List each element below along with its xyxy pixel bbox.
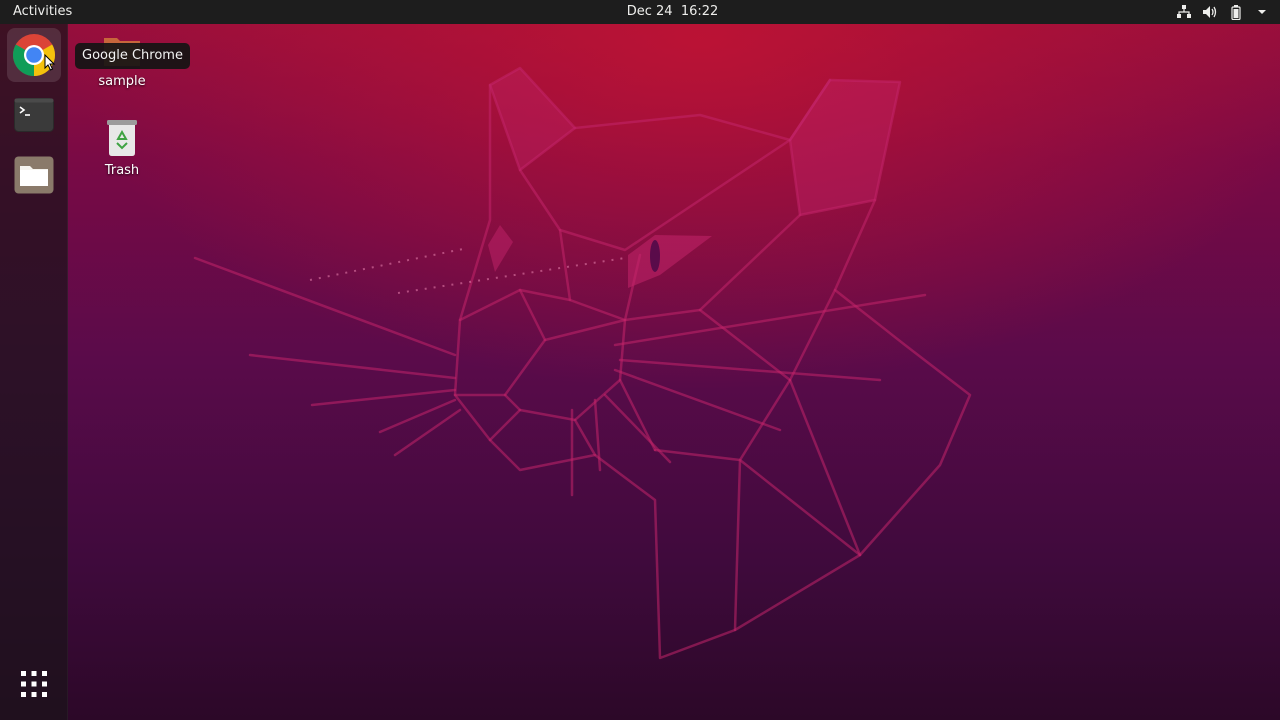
system-menu-arrow-icon[interactable] xyxy=(1254,4,1270,20)
activities-button[interactable]: Activities xyxy=(0,0,85,24)
terminal-icon xyxy=(14,98,54,132)
desktop-icon-label: Trash xyxy=(104,163,140,178)
dock-item-terminal[interactable] xyxy=(7,88,61,142)
desktop: Activities Dec 24 16:22 sample Trash Goo… xyxy=(0,0,1280,720)
dock xyxy=(0,24,68,720)
battery-icon[interactable] xyxy=(1228,4,1244,20)
clock-button[interactable]: Dec 24 16:22 xyxy=(600,0,745,24)
wallpaper-cat-artwork xyxy=(193,66,972,660)
dock-tooltip: Google Chrome xyxy=(75,43,190,69)
network-icon[interactable] xyxy=(1176,4,1192,20)
system-tray[interactable] xyxy=(1176,0,1270,24)
top-bar: Activities Dec 24 16:22 xyxy=(0,0,1280,24)
app-grid-icon xyxy=(21,671,47,697)
volume-icon[interactable] xyxy=(1202,4,1218,20)
desktop-icon-trash[interactable]: Trash xyxy=(77,117,167,178)
trash-icon xyxy=(107,120,137,156)
show-applications-button[interactable] xyxy=(14,664,54,704)
desktop-icon-label: sample xyxy=(98,74,146,89)
files-icon xyxy=(14,156,54,194)
dock-item-files[interactable] xyxy=(7,148,61,202)
mouse-cursor-icon xyxy=(44,54,56,71)
